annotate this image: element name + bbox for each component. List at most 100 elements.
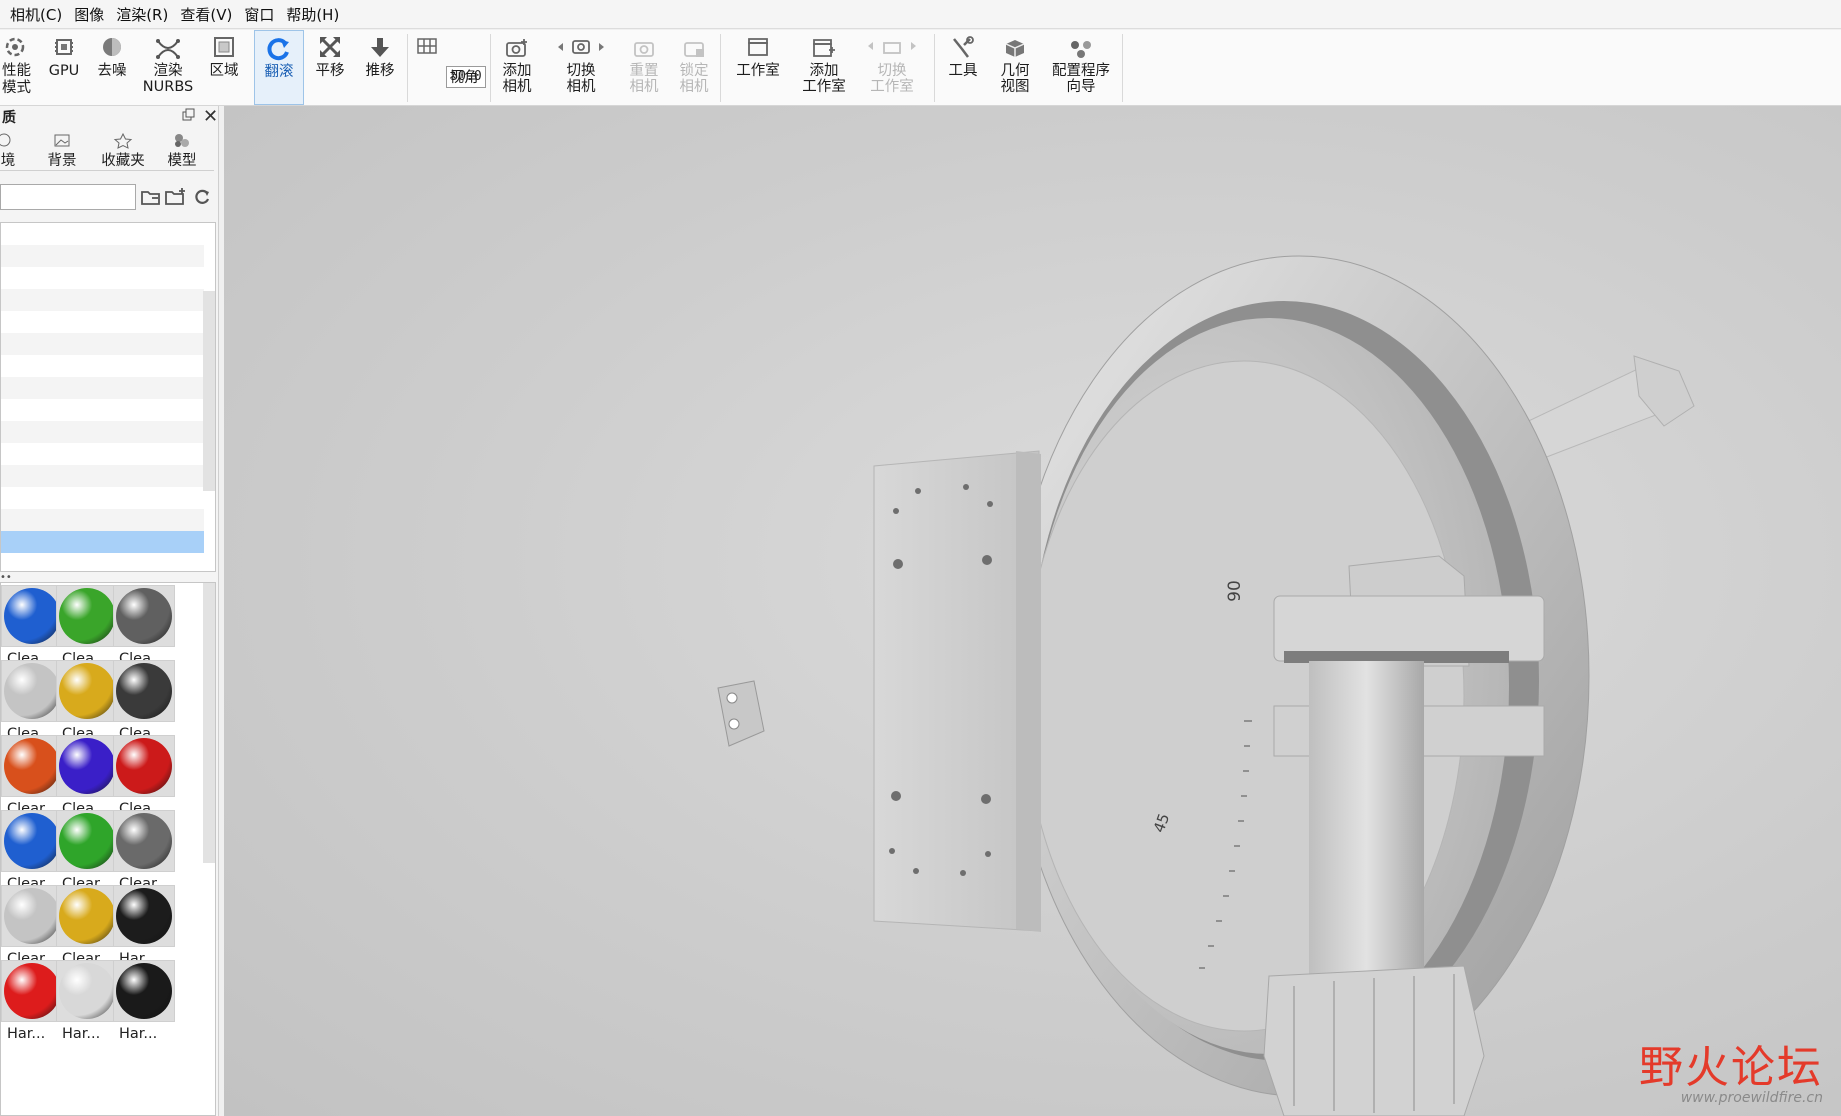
list-item[interactable] [1, 465, 204, 487]
camera-reset-icon [634, 42, 654, 57]
add-camera-label: 添加 相机 [502, 63, 532, 95]
chip-icon [55, 39, 73, 55]
fov-label-text: 视角 [449, 70, 479, 86]
switch-studio-button[interactable]: 切换 工作室 [860, 30, 924, 105]
material-sphere-icon [113, 585, 175, 647]
material-sphere-icon [113, 735, 175, 797]
material-sphere-icon [113, 660, 175, 722]
material-sphere-icon [56, 885, 118, 947]
tab-favorites[interactable]: 收藏夹 [99, 132, 147, 170]
toolbar: 性能 模式 GPU 去噪 渲染 NURBS 区域 翻滚 平移 推移 50.0 视… [0, 30, 1841, 106]
toolbar-separator [934, 34, 935, 102]
add-studio-button[interactable]: 添加 工作室 [796, 30, 852, 105]
menu-camera[interactable]: 相机(C) [6, 4, 70, 25]
tab-models-label: 模型 [167, 153, 197, 169]
material-sphere-icon [1, 735, 63, 797]
list-item[interactable] [1, 509, 204, 531]
geometry-view-button[interactable]: 几何 视图 [992, 30, 1038, 105]
grid-scrollbar[interactable] [203, 583, 215, 863]
dial-label-90: 90 [1224, 580, 1245, 602]
watermark-logo-text: 野火论坛 [1639, 1042, 1823, 1093]
menu-window[interactable]: 窗口 [240, 4, 282, 25]
pan-button[interactable]: 平移 [310, 30, 350, 105]
picture-icon [54, 134, 70, 147]
open-folder-icon[interactable] [140, 186, 162, 212]
material-sphere-icon [1, 885, 63, 947]
watermark: 野火论坛 www.proewildfire.cn [1639, 1046, 1823, 1107]
wizard-icon [1071, 41, 1091, 58]
material-label: Har... [119, 1026, 158, 1042]
tab-models[interactable]: 模型 [164, 132, 200, 170]
material-sphere-icon [56, 660, 118, 722]
studio-switch-icon [868, 42, 916, 54]
add-camera-button[interactable]: 添加 相机 [497, 30, 537, 105]
list-item[interactable] [1, 333, 204, 355]
tumble-label: 翻滚 [264, 64, 294, 80]
tab-background-label: 背景 [47, 153, 77, 169]
tab-environment[interactable]: 境 [0, 132, 16, 170]
material-sphere-icon [56, 585, 118, 647]
tab-background[interactable]: 背景 [44, 132, 80, 170]
clapperboard-add-icon [813, 39, 835, 57]
tumble-button[interactable]: 翻滚 [254, 30, 304, 105]
panel-title-text: 质 [2, 110, 16, 126]
rotate-icon [267, 38, 289, 61]
menu-view[interactable]: 查看(V) [176, 4, 240, 25]
lock-camera-button[interactable]: 锁定 相机 [674, 30, 714, 105]
tree-scrollbar[interactable] [203, 291, 215, 491]
camera-lock-icon [684, 42, 704, 57]
close-panel-icon[interactable]: ✕ [203, 106, 218, 127]
studio-label: 工作室 [736, 63, 780, 79]
denoise-button[interactable]: 去噪 [92, 30, 132, 105]
globe-icon [0, 133, 11, 147]
list-item[interactable] [1, 289, 204, 311]
studio-button[interactable]: 工作室 [730, 30, 786, 105]
material-swatch[interactable]: Har... [113, 958, 177, 1046]
perf-mode-label: 性能 模式 [2, 63, 31, 96]
menu-help[interactable]: 帮助(H) [282, 4, 347, 25]
material-sphere-icon [56, 735, 118, 797]
material-swatch[interactable]: Har... [56, 958, 120, 1046]
toolbar-separator [1122, 34, 1123, 102]
material-sphere-icon [56, 810, 118, 872]
refresh-icon[interactable] [191, 186, 213, 212]
gpu-button[interactable]: GPU [44, 30, 84, 105]
tab-divider [0, 170, 214, 171]
gauge-icon [5, 37, 25, 57]
list-item[interactable] [1, 377, 204, 399]
config-wizard-button[interactable]: 配置程序 向导 [1046, 30, 1116, 105]
toolbar-separator [720, 34, 721, 102]
region-button[interactable]: 区域 [204, 30, 244, 105]
config-wizard-label: 配置程序 向导 [1052, 63, 1110, 95]
render-nurbs-button[interactable]: 渲染 NURBS [142, 30, 194, 105]
list-item-selected[interactable] [1, 531, 204, 553]
toolbar-separator [490, 34, 491, 102]
models-icon [175, 134, 189, 147]
toolbar-separator [407, 34, 408, 102]
pan-label: 平移 [315, 63, 345, 79]
tools-icon [953, 36, 974, 58]
float-panel-icon[interactable] [182, 108, 196, 126]
material-sphere-icon [1, 810, 63, 872]
tools-button[interactable]: 工具 [940, 30, 986, 105]
render-viewport[interactable]: 90 45 野火论坛 www.proewildfire.cn [224, 106, 1841, 1116]
tools-label: 工具 [948, 63, 978, 79]
switch-studio-label: 切换 工作室 [870, 63, 914, 95]
grid-icon [417, 38, 437, 54]
menu-image[interactable]: 图像 [70, 4, 112, 25]
library-search-input[interactable] [0, 184, 136, 210]
switch-camera-button[interactable]: 切换 相机 [550, 30, 612, 105]
list-item[interactable] [1, 421, 204, 443]
material-sphere-icon [1, 585, 63, 647]
material-sphere-icon [113, 885, 175, 947]
switch-camera-label: 切换 相机 [566, 63, 596, 95]
dolly-button[interactable]: 推移 [360, 30, 400, 105]
camera-switch-icon [558, 40, 604, 54]
library-tree[interactable] [0, 222, 216, 572]
perf-mode-button[interactable]: 性能 模式 [0, 30, 34, 105]
menu-render[interactable]: 渲染(R) [112, 4, 176, 25]
reset-camera-button[interactable]: 重置 相机 [624, 30, 664, 105]
list-item[interactable] [1, 245, 204, 267]
add-folder-icon[interactable] [164, 186, 188, 212]
gpu-label: GPU [48, 63, 80, 79]
